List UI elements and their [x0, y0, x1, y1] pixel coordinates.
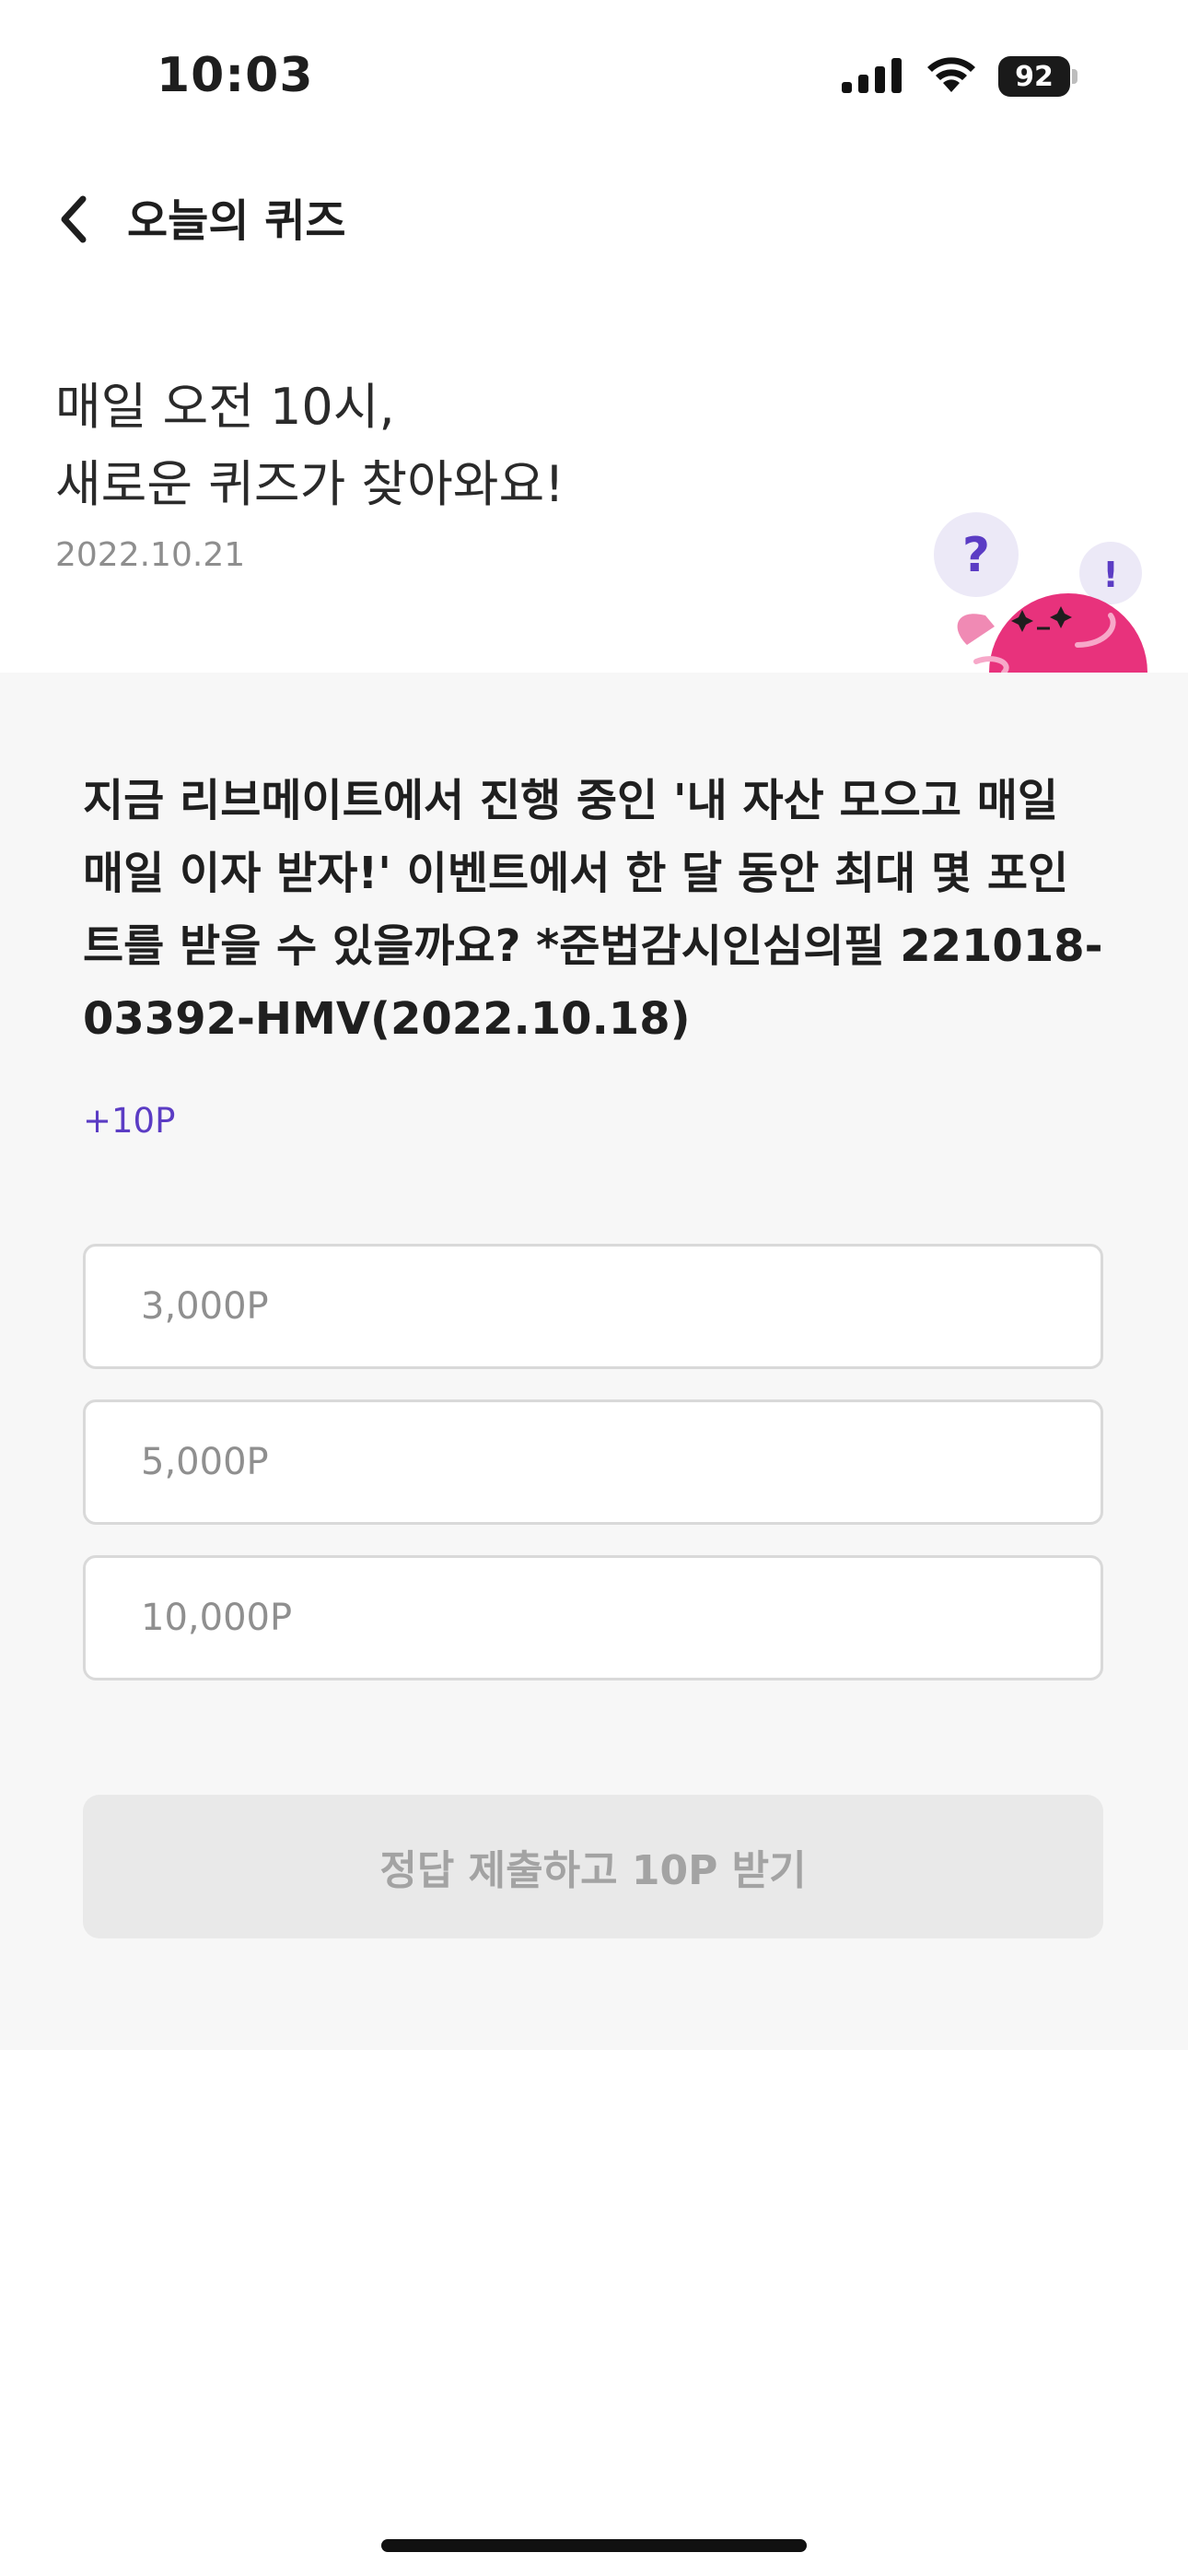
battery-tip [1072, 69, 1077, 84]
svg-text:!: ! [1102, 555, 1118, 595]
quiz-panel: 지금 리브메이트에서 진행 중인 '내 자산 모으고 매일 매일 이자 받자!'… [0, 673, 1188, 2050]
cellular-signal-icon [842, 56, 904, 97]
reward-points: +10P [83, 1101, 176, 1141]
wifi-icon [925, 55, 978, 98]
submit-answer-button[interactable]: 정답 제출하고 10P 받기 [83, 1795, 1103, 1938]
page-title: 오늘의 퀴즈 [127, 195, 346, 247]
nav-bar: 오늘의 퀴즈 [0, 175, 1188, 267]
battery-level: 92 [998, 56, 1070, 97]
battery-icon: 92 [998, 56, 1077, 97]
answer-option-1[interactable]: 3,000P [83, 1244, 1103, 1369]
status-icons: 92 [842, 55, 1077, 98]
quiz-date: 2022.10.21 [55, 536, 246, 574]
svg-text:?: ? [962, 528, 990, 583]
chevron-left-icon [55, 193, 92, 249]
back-button[interactable] [46, 193, 101, 249]
quiz-question: 지금 리브메이트에서 진행 중인 '내 자산 모으고 매일 매일 이자 받자!'… [83, 775, 1103, 1045]
status-bar: 10:03 92 [0, 0, 1188, 157]
quiz-mascot-icon: ? ! [930, 507, 1151, 673]
hero-line-1: 매일 오전 10시, [55, 378, 395, 436]
hero-line-2: 새로운 퀴즈가 찾아와요! [55, 455, 565, 513]
answer-option-3[interactable]: 10,000P [83, 1555, 1103, 1680]
hero-section: 매일 오전 10시, 새로운 퀴즈가 찾아와요! 2022.10.21 [55, 369, 565, 574]
answer-option-2[interactable]: 5,000P [83, 1399, 1103, 1525]
home-indicator[interactable] [381, 2539, 807, 2552]
status-time: 10:03 [157, 48, 314, 103]
